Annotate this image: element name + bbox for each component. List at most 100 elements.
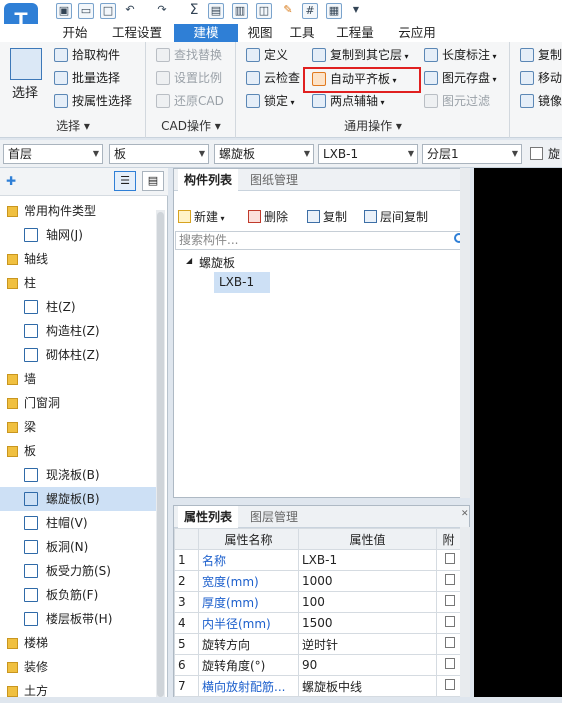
tree-category[interactable]: 门窗洞 <box>0 391 156 415</box>
tree-item[interactable]: 柱(Z) <box>0 295 156 319</box>
tree-item[interactable]: 砌体柱(Z) <box>0 343 156 367</box>
layer-icon[interactable]: ◫ <box>256 3 272 19</box>
select-button[interactable]: 选择 <box>12 82 38 101</box>
calculator-icon[interactable]: ▥ <box>232 3 248 19</box>
cloud-check-button[interactable]: 云检查 <box>244 68 300 88</box>
table-icon[interactable]: ▦ <box>326 3 342 19</box>
tree-header[interactable]: 常用构件类型 <box>0 199 156 223</box>
tab-drawing-manage[interactable]: 图纸管理 <box>244 169 304 191</box>
grid-icon[interactable]: # <box>302 3 318 19</box>
folder-open-icon[interactable]: ▭ <box>78 3 94 19</box>
subtype-select[interactable]: 螺旋板 ▼ <box>214 144 314 164</box>
set-scale-button[interactable]: 设置比例 <box>154 68 222 88</box>
attach-checkbox[interactable] <box>436 675 461 697</box>
pick-element-button[interactable]: 拾取构件 <box>52 45 120 65</box>
tab-layer-manage[interactable]: 图层管理 <box>244 506 304 528</box>
element-filter-button[interactable]: 图元过滤 <box>422 91 490 111</box>
tree-item[interactable]: 板受力筋(S) <box>0 559 156 583</box>
new-button[interactable]: 新建 ▾ <box>176 207 225 227</box>
property-value[interactable]: 螺旋板中线 <box>298 675 437 697</box>
tree-item[interactable]: 柱帽(V) <box>0 511 156 535</box>
new-file-icon[interactable]: □ <box>100 3 116 19</box>
property-row[interactable]: 7 横向放射配筋... 螺旋板中线 <box>174 675 461 697</box>
tree-item[interactable]: 板负筋(F) <box>0 583 156 607</box>
tree-item[interactable]: 楼层板带(H) <box>0 607 156 631</box>
attach-checkbox[interactable] <box>436 591 461 613</box>
group-general-label[interactable]: 通用操作 ▾ <box>236 118 510 134</box>
edit-icon[interactable]: ✎ <box>280 3 296 19</box>
floor-select[interactable]: 首层 ▼ <box>3 144 103 164</box>
tree-category[interactable]: 柱 <box>0 271 156 295</box>
tab-property-list[interactable]: 属性列表 <box>178 506 239 528</box>
component-group[interactable]: 螺旋板 <box>199 254 235 271</box>
category-select[interactable]: 板 ▼ <box>109 144 209 164</box>
restore-cad-button[interactable]: 还原CAD <box>154 91 224 111</box>
tree-scroll-thumb[interactable] <box>157 212 164 697</box>
property-row[interactable]: 1 名称 LXB-1 <box>174 549 461 571</box>
element-select[interactable]: LXB-1 ▼ <box>318 144 418 164</box>
tree-item[interactable]: 现浇板(B) <box>0 463 156 487</box>
group-cad-label[interactable]: CAD操作 ▾ <box>146 118 236 134</box>
save-icon[interactable]: ▣ <box>56 3 72 19</box>
tab-view[interactable]: 视图 <box>240 24 280 42</box>
card-view-icon[interactable]: ▤ <box>142 171 164 191</box>
tree-category[interactable]: 轴线 <box>0 247 156 271</box>
tab-start[interactable]: 开始 <box>50 24 100 42</box>
tree-item[interactable]: 板洞(N) <box>0 535 156 559</box>
attach-checkbox[interactable] <box>436 654 461 676</box>
property-value[interactable]: LXB-1 <box>298 549 437 571</box>
undo-icon[interactable]: ↶ <box>122 3 138 19</box>
lock-button[interactable]: 锁定 ▾ <box>244 91 295 111</box>
component-item-selected[interactable]: LXB-1 <box>214 272 270 293</box>
attach-checkbox[interactable] <box>436 549 461 571</box>
copy-button[interactable]: 复制 <box>518 45 562 65</box>
mirror-button[interactable]: 镜像 <box>518 91 562 111</box>
list-view-icon[interactable]: ☰ <box>114 171 136 191</box>
tab-component-list[interactable]: 构件列表 <box>178 169 239 191</box>
length-mark-button[interactable]: 长度标注 ▾ <box>422 45 497 65</box>
attach-checkbox[interactable] <box>436 633 461 655</box>
tab-project-settings[interactable]: 工程设置 <box>104 24 170 42</box>
property-row[interactable]: 5 旋转方向 逆时针 <box>174 633 461 655</box>
tree-category[interactable]: 楼梯 <box>0 631 156 655</box>
drawing-canvas[interactable] <box>474 168 562 697</box>
sum-icon[interactable]: Σ <box>186 3 202 19</box>
tab-quantity[interactable]: 工程量 <box>326 24 384 42</box>
tree-item[interactable]: 构造柱(Z) <box>0 319 156 343</box>
layer-select[interactable]: 分层1 ▼ <box>422 144 522 164</box>
move-button[interactable]: 移动 <box>518 68 562 88</box>
redo-icon[interactable]: ↷ <box>154 3 170 19</box>
complist-scrollbar[interactable] <box>460 168 470 498</box>
property-value[interactable]: 逆时针 <box>298 633 437 655</box>
attach-checkbox[interactable] <box>436 612 461 634</box>
element-save-button[interactable]: 图元存盘 ▾ <box>422 68 497 88</box>
report-icon[interactable]: ▤ <box>208 3 224 19</box>
delete-button[interactable]: 删除 <box>246 207 288 227</box>
tree-category[interactable]: 装修 <box>0 655 156 679</box>
tab-cloud[interactable]: 云应用 <box>388 24 446 42</box>
define-button[interactable]: 定义 <box>244 45 288 65</box>
batch-select-button[interactable]: 批量选择 <box>52 68 120 88</box>
expand-icon[interactable]: ✚ <box>6 174 16 188</box>
property-value[interactable]: 100 <box>298 591 437 613</box>
copy-component-button[interactable]: 复制 <box>305 207 347 227</box>
property-row[interactable]: 6 旋转角度(°) 90 <box>174 654 461 676</box>
two-point-axis-button[interactable]: 两点辅轴 ▾ <box>310 91 385 111</box>
tree-category[interactable]: 土方 <box>0 679 156 703</box>
tree-category[interactable]: 板 <box>0 439 156 463</box>
component-search-input[interactable]: 搜索构件... <box>175 231 469 250</box>
tab-modeling[interactable]: 建模 <box>174 24 238 42</box>
property-row[interactable]: 2 宽度(mm) 1000 <box>174 570 461 592</box>
group-select-label[interactable]: 选择 ▾ <box>0 118 146 134</box>
props-scrollbar[interactable] <box>460 527 470 697</box>
tree-category[interactable]: 梁 <box>0 415 156 439</box>
find-replace-button[interactable]: 查找替换 <box>154 45 222 65</box>
rotate-checkbox[interactable] <box>530 147 543 160</box>
property-value[interactable]: 1500 <box>298 612 437 634</box>
select-by-property-button[interactable]: 按属性选择 <box>52 91 132 111</box>
property-value[interactable]: 90 <box>298 654 437 676</box>
property-row[interactable]: 4 内半径(mm) 1500 <box>174 612 461 634</box>
dropdown-icon[interactable]: ▼ <box>348 3 364 19</box>
tree-item[interactable]: 轴网(J) <box>0 223 156 247</box>
collapse-triangle-icon[interactable]: ◢ <box>186 256 192 265</box>
